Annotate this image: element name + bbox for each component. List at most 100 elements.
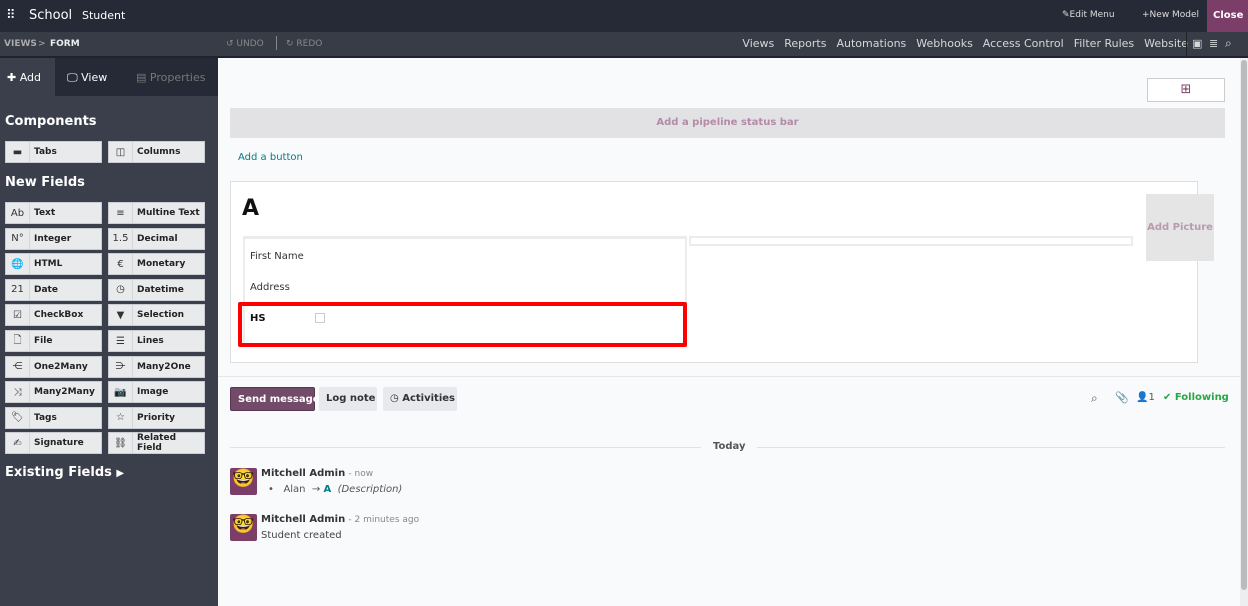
many2many-icon: ⤨ — [6, 382, 30, 403]
field-button-html[interactable]: 🌐 HTML — [5, 253, 102, 276]
existing-fields-toggle[interactable]: Existing Fields ▶ — [5, 465, 124, 480]
redo-button[interactable]: ↻ REDO — [286, 39, 322, 49]
tab-add[interactable]: ✚ Add — [0, 58, 55, 96]
field-button-columns[interactable]: ◫ Columns — [108, 141, 205, 163]
field-button-priority[interactable]: ☆ Priority — [108, 406, 205, 429]
monitor-icon: 🖵 — [67, 71, 82, 84]
studio-sidebar: ✚ Add 🖵 View ▤ Properties Components ▬ Ta… — [0, 58, 218, 606]
tab-properties[interactable]: ▤ Properties — [136, 71, 205, 84]
check-icon: ✔ — [1163, 392, 1175, 403]
message-time: - now — [348, 469, 374, 479]
undo-icon: ↺ — [226, 39, 237, 49]
tabs-icon: ▬ — [6, 142, 30, 162]
field-button-decimal[interactable]: 1.5 Decimal — [108, 227, 205, 250]
field-address-label[interactable]: Address — [250, 282, 290, 293]
search-icon[interactable]: ⌕ — [1225, 36, 1232, 51]
top-bar: ⠿ School Student ✎Edit Menu +New Model C… — [0, 0, 1248, 32]
globe-icon: 🌐 — [6, 254, 30, 275]
add-smart-button[interactable]: ⊞ — [1147, 78, 1225, 102]
pencil-icon: ✎ — [1062, 10, 1070, 20]
studio-toolbar: VIEWS > FORM ↺ UNDO ↻ REDO Views Reports… — [0, 32, 1248, 58]
field-button-text[interactable]: Ab Text — [5, 202, 102, 224]
nav-filter-rules[interactable]: Filter Rules — [1074, 37, 1134, 50]
nav-reports[interactable]: Reports — [784, 37, 826, 50]
breadcrumb-separator: > — [38, 39, 46, 49]
scrollbar[interactable] — [1240, 58, 1248, 606]
form-view-icon[interactable]: ▣ — [1192, 37, 1202, 50]
paperclip-icon[interactable]: 📎 — [1115, 391, 1129, 404]
field-button-signature[interactable]: ✍ Signature — [5, 432, 102, 455]
link-icon: ⛓ — [109, 433, 133, 454]
field-button-date[interactable]: 21 Date — [5, 278, 102, 301]
send-message-button[interactable]: Send message — [230, 387, 320, 411]
field-button-multine-text[interactable]: ≡ Multine Text — [108, 202, 205, 224]
components-heading: Components — [5, 114, 97, 129]
field-button-monetary[interactable]: € Monetary — [108, 253, 205, 276]
new-model-button[interactable]: +New Model — [1142, 10, 1199, 20]
avatar[interactable]: 🤓 — [230, 468, 257, 495]
field-button-datetime[interactable]: ◷ Datetime — [108, 278, 205, 301]
caret-down-icon: ▼ — [109, 305, 133, 326]
redo-icon: ↻ — [286, 39, 297, 49]
hs-checkbox[interactable] — [315, 313, 325, 323]
message-author[interactable]: Mitchell Admin — [261, 514, 345, 525]
star-icon: ☆ — [109, 407, 133, 428]
avatar[interactable]: 🤓 — [230, 514, 257, 541]
plus-icon: + — [1142, 10, 1150, 20]
edit-menu-button[interactable]: ✎Edit Menu — [1062, 10, 1115, 20]
add-button-link[interactable]: Add a button — [238, 152, 303, 163]
app-name[interactable]: School — [29, 8, 72, 23]
message-header: Mitchell Admin - 2 minutes ago — [261, 514, 419, 525]
field-button-many2one[interactable]: ⋺ Many2One — [108, 355, 205, 378]
undo-button[interactable]: ↺ UNDO — [226, 39, 264, 49]
add-picture-button[interactable]: Add Picture — [1146, 194, 1214, 261]
breadcrumb-views[interactable]: VIEWS — [4, 39, 37, 49]
close-button[interactable]: Close — [1207, 0, 1248, 32]
field-button-integer[interactable]: N° Integer — [5, 227, 102, 250]
scrollbar-thumb[interactable] — [1241, 60, 1247, 590]
plus-icon: ✚ — [7, 71, 20, 84]
field-first-name-label[interactable]: First Name — [250, 251, 304, 262]
field-button-image[interactable]: 📷 Image — [108, 381, 205, 404]
pipeline-status-bar-placeholder[interactable]: Add a pipeline status bar — [230, 108, 1225, 138]
camera-icon: 📷 — [109, 382, 133, 403]
clock-icon: ◷ — [109, 279, 133, 300]
field-button-related-field[interactable]: ⛓ Related Field — [108, 432, 205, 455]
nav-automations[interactable]: Automations — [836, 37, 906, 50]
tab-view[interactable]: 🖵 View — [67, 71, 107, 85]
field-group-right[interactable] — [689, 236, 1133, 246]
nav-access-control[interactable]: Access Control — [983, 37, 1064, 50]
message-author[interactable]: Mitchell Admin — [261, 468, 345, 479]
search-messages-icon[interactable]: ⌕ — [1091, 391, 1098, 406]
message-body: Student created — [261, 530, 342, 541]
followers-button[interactable]: 👤1 — [1136, 392, 1155, 403]
list-view-icon[interactable]: ≣ — [1209, 37, 1218, 50]
arrow-right-icon: → — [311, 484, 321, 495]
apps-menu-icon[interactable]: ⠿ — [6, 8, 16, 23]
log-note-button[interactable]: Log note — [319, 387, 377, 411]
field-button-tags[interactable]: 🏷 Tags — [5, 406, 102, 429]
nav-website[interactable]: Website — [1144, 37, 1188, 50]
nav-webhooks[interactable]: Webhooks — [916, 37, 973, 50]
integer-icon: N° — [6, 228, 30, 249]
activities-button[interactable]: ◷ Activities — [383, 387, 457, 411]
nav-views[interactable]: Views — [742, 37, 774, 50]
field-button-one2many[interactable]: ⋲ One2Many — [5, 355, 102, 378]
field-button-lines[interactable]: ☰ Lines — [108, 330, 205, 352]
field-button-tabs[interactable]: ▬ Tabs — [5, 141, 102, 163]
field-button-checkbox[interactable]: ☑ CheckBox — [5, 304, 102, 327]
field-button-many2many[interactable]: ⤨ Many2Many — [5, 381, 102, 404]
field-hs-label[interactable]: HS — [250, 313, 266, 324]
following-button[interactable]: ✔ Following — [1163, 392, 1229, 403]
field-button-selection[interactable]: ▼ Selection — [108, 304, 205, 327]
list-icon: ☰ — [109, 331, 133, 351]
menu-student[interactable]: Student — [82, 9, 125, 22]
new-fields-heading: New Fields — [5, 175, 85, 190]
field-button-file[interactable]: 🗋 File — [5, 330, 102, 352]
divider — [1186, 32, 1187, 58]
many2one-icon: ⋺ — [109, 356, 133, 377]
signature-icon: ✍ — [6, 433, 30, 454]
sidebar-tabs: ✚ Add 🖵 View ▤ Properties — [0, 58, 218, 96]
message-time: - 2 minutes ago — [348, 515, 420, 525]
record-name[interactable]: A — [242, 196, 259, 221]
